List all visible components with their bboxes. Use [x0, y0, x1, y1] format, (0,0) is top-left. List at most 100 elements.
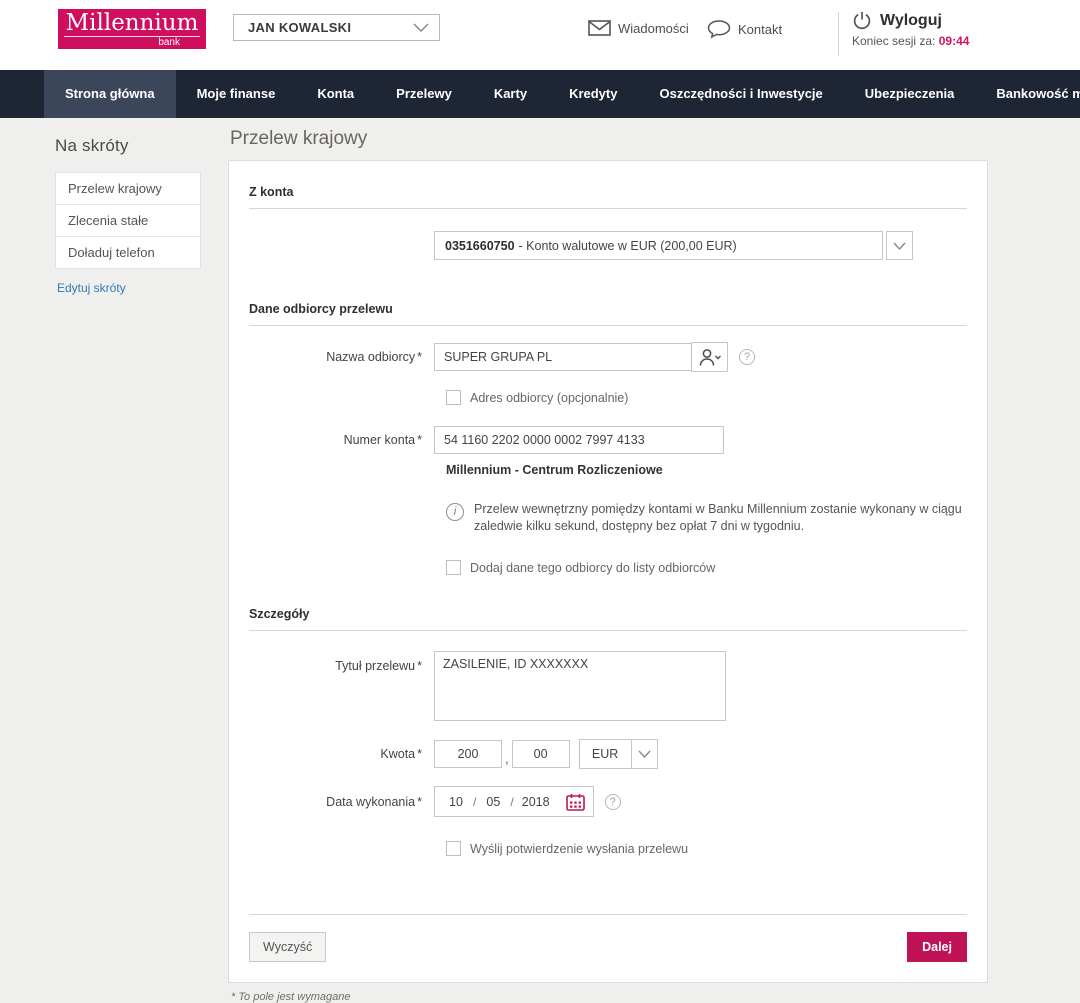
- contact-label: Kontakt: [738, 22, 782, 37]
- address-checkbox[interactable]: [446, 390, 461, 405]
- account-description: - Konto walutowe w EUR (200,00 EUR): [519, 239, 737, 253]
- decimal-separator: ,: [505, 751, 509, 766]
- logo-wordmark: Millennium: [64, 10, 200, 37]
- recipient-picker-button[interactable]: [691, 342, 728, 372]
- user-profile-dropdown[interactable]: JAN KOWALSKI: [233, 14, 440, 41]
- shortcuts-box: Przelew krajowy Zlecenia stałe Doładuj t…: [55, 172, 201, 269]
- info-text: Przelew wewnętrzny pomiędzy kontami w Ba…: [474, 501, 967, 535]
- recipient-name-label: Nazwa odbiorcy*: [249, 350, 434, 364]
- execution-date-label: Data wykonania*: [249, 795, 434, 809]
- contact-button[interactable]: Kontakt: [707, 20, 782, 39]
- section-details: Szczegóły: [249, 575, 967, 621]
- main-navbar: Strona główna Moje finanse Konta Przelew…: [0, 70, 1080, 118]
- session-timer: Koniec sesji za: 09:44: [852, 34, 969, 48]
- section-divider: [249, 208, 967, 209]
- form-buttons-row: Wyczyść Dalej: [249, 932, 967, 962]
- section-divider: [249, 325, 967, 326]
- section-recipient: Dane odbiorcy przelewu: [249, 260, 967, 316]
- amount-whole-input[interactable]: [434, 740, 502, 768]
- amount-label: Kwota*: [249, 747, 434, 761]
- logo-sub-label: bank: [58, 37, 206, 49]
- add-recipient-checkbox[interactable]: [446, 560, 461, 575]
- transfer-title-row: Tytuł przelewu* ZASILENIE, ID XXXXXXX: [249, 651, 967, 721]
- chevron-down-icon: [413, 23, 429, 32]
- date-month[interactable]: 05: [476, 795, 510, 809]
- clear-button[interactable]: Wyczyść: [249, 932, 326, 962]
- date-input-group[interactable]: 10 / 05 / 2018: [434, 786, 594, 817]
- logout-block: Wyloguj Koniec sesji za: 09:44: [852, 11, 969, 48]
- shortcuts-sidebar: Na skróty Przelew krajowy Zlecenia stałe…: [55, 136, 201, 297]
- session-time-value: 09:44: [939, 34, 970, 48]
- session-label: Koniec sesji za:: [852, 34, 935, 48]
- edit-shortcuts-link[interactable]: Edytuj skróty: [57, 281, 126, 295]
- chat-bubble-icon: [707, 20, 731, 39]
- nav-item-karty[interactable]: Karty: [473, 70, 548, 118]
- add-recipient-checkbox-row: Dodaj dane tego odbiorcy do listy odbior…: [446, 560, 967, 575]
- recipient-help-icon[interactable]: ?: [739, 349, 755, 365]
- info-icon: i: [446, 503, 464, 521]
- required-mark: *: [417, 795, 422, 809]
- calendar-icon[interactable]: [566, 793, 585, 811]
- recipient-name-input[interactable]: [434, 343, 692, 371]
- nav-item-strona-glowna[interactable]: Strona główna: [44, 70, 176, 118]
- confirmation-checkbox-label: Wyślij potwierdzenie wysłania przelewu: [470, 842, 688, 856]
- page-title: Przelew krajowy: [230, 128, 988, 150]
- account-number: 0351660750: [445, 239, 515, 253]
- millennium-logo[interactable]: Millennium bank: [58, 9, 206, 49]
- chevron-down-icon: [893, 242, 906, 250]
- required-mark: *: [417, 659, 422, 673]
- transfer-title-label: Tytuł przelewu*: [249, 651, 434, 673]
- shortcuts-title: Na skróty: [55, 136, 201, 156]
- logout-label: Wyloguj: [880, 12, 942, 30]
- add-recipient-checkbox-label: Dodaj dane tego odbiorcy do listy odbior…: [470, 561, 715, 575]
- from-account-row: 0351660750 - Konto walutowe w EUR (200,0…: [434, 231, 967, 260]
- shortcut-przelew-krajowy[interactable]: Przelew krajowy: [56, 173, 200, 205]
- nav-item-przelewy[interactable]: Przelewy: [375, 70, 473, 118]
- bottom-divider: [249, 914, 967, 915]
- messages-label: Wiadomości: [618, 21, 689, 36]
- from-account-select[interactable]: 0351660750 - Konto walutowe w EUR (200,0…: [434, 231, 883, 260]
- chevron-down-icon: [631, 740, 657, 768]
- currency-value: EUR: [580, 740, 631, 768]
- shortcut-zlecenia-stale[interactable]: Zlecenia stałe: [56, 205, 200, 237]
- currency-select[interactable]: EUR: [579, 739, 658, 769]
- transfer-title-textarea[interactable]: ZASILENIE, ID XXXXXXX: [434, 651, 726, 721]
- envelope-icon: [588, 20, 611, 36]
- required-mark: *: [417, 433, 422, 447]
- required-field-note: * To pole jest wymagane: [231, 991, 988, 1003]
- recipient-address-checkbox-row: Adres odbiorcy (opcjonalnie): [446, 390, 967, 405]
- from-account-dropdown-button[interactable]: [886, 231, 913, 260]
- address-checkbox-label: Adres odbiorcy (opcjonalnie): [470, 391, 628, 405]
- messages-button[interactable]: Wiadomości: [588, 20, 689, 36]
- header-divider: [838, 12, 839, 56]
- execution-date-row: Data wykonania* 10 / 05 / 2018: [249, 786, 967, 817]
- account-number-input[interactable]: [434, 426, 724, 454]
- nav-item-kredyty[interactable]: Kredyty: [548, 70, 638, 118]
- internal-transfer-info: i Przelew wewnętrzny pomiędzy kontami w …: [446, 501, 967, 535]
- recipient-name-row: Nazwa odbiorcy* ?: [249, 342, 967, 372]
- nav-item-bankowosc-mobilna[interactable]: Bankowość mobilna: [975, 70, 1080, 118]
- confirmation-checkbox-row: Wyślij potwierdzenie wysłania przelewu: [446, 841, 967, 856]
- nav-item-konta[interactable]: Konta: [296, 70, 375, 118]
- user-name: JAN KOWALSKI: [248, 20, 351, 35]
- account-number-row: Numer konta*: [249, 426, 967, 454]
- date-day[interactable]: 10: [439, 795, 473, 809]
- amount-fraction-input[interactable]: [512, 740, 570, 768]
- person-icon: [698, 348, 722, 367]
- date-help-icon[interactable]: ?: [605, 794, 621, 810]
- nav-item-oszczednosci[interactable]: Oszczędności i Inwestycje: [638, 70, 843, 118]
- content-area: Na skróty Przelew krajowy Zlecenia stałe…: [0, 118, 1080, 949]
- section-from-account: Z konta: [249, 161, 967, 199]
- logout-button[interactable]: Wyloguj: [852, 11, 969, 31]
- confirmation-checkbox[interactable]: [446, 841, 461, 856]
- power-icon: [852, 11, 872, 31]
- shortcut-doladuj-telefon[interactable]: Doładuj telefon: [56, 237, 200, 268]
- nav-item-moje-finanse[interactable]: Moje finanse: [176, 70, 297, 118]
- recipient-bank-name: Millennium - Centrum Rozliczeniowe: [446, 463, 967, 477]
- transfer-form-panel: Z konta 0351660750 - Konto walutowe w EU…: [228, 160, 988, 983]
- nav-item-ubezpieczenia[interactable]: Ubezpieczenia: [844, 70, 976, 118]
- required-mark: *: [417, 747, 422, 761]
- next-button[interactable]: Dalej: [907, 932, 967, 962]
- date-year[interactable]: 2018: [514, 795, 558, 809]
- account-number-label: Numer konta*: [249, 433, 434, 447]
